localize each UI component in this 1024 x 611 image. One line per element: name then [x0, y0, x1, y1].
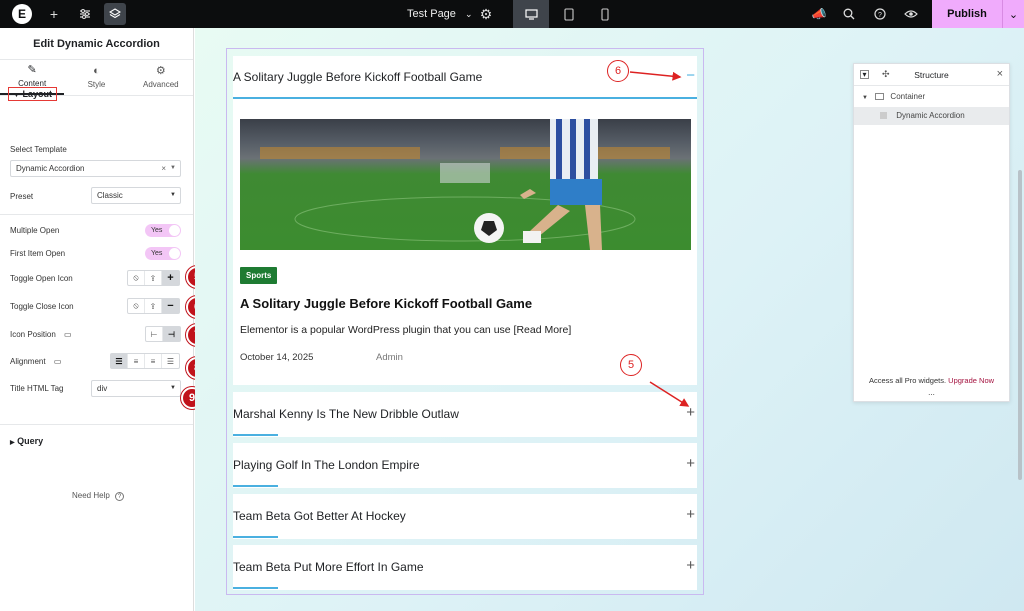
close-icon[interactable]: × — [997, 68, 1003, 80]
canvas-scrollbar[interactable] — [1018, 170, 1022, 480]
structure-item-widget[interactable]: Dynamic Accordion — [854, 107, 1009, 125]
container-icon — [875, 93, 885, 101]
widget-icon — [880, 112, 887, 120]
upgrade-link[interactable]: Upgrade Now — [948, 376, 994, 385]
structure-title: Structure — [914, 70, 949, 80]
structure-item-container[interactable]: ▼ Container — [854, 88, 1009, 106]
structure-more[interactable]: ... — [854, 388, 1009, 397]
structure-container-label: Container — [890, 92, 926, 101]
caret-down-icon: ▼ — [862, 95, 868, 101]
structure-panel: ▾ ✣ Structure × ▼ Container Dynamic Acco… — [853, 63, 1010, 402]
promo-text: Access all Pro widgets. — [868, 376, 947, 385]
structure-header: ▾ ✣ Structure × — [854, 64, 1009, 86]
structure-widget-label: Dynamic Accordion — [896, 111, 965, 120]
structure-footer: Access all Pro widgets. Upgrade Now — [854, 376, 1009, 385]
